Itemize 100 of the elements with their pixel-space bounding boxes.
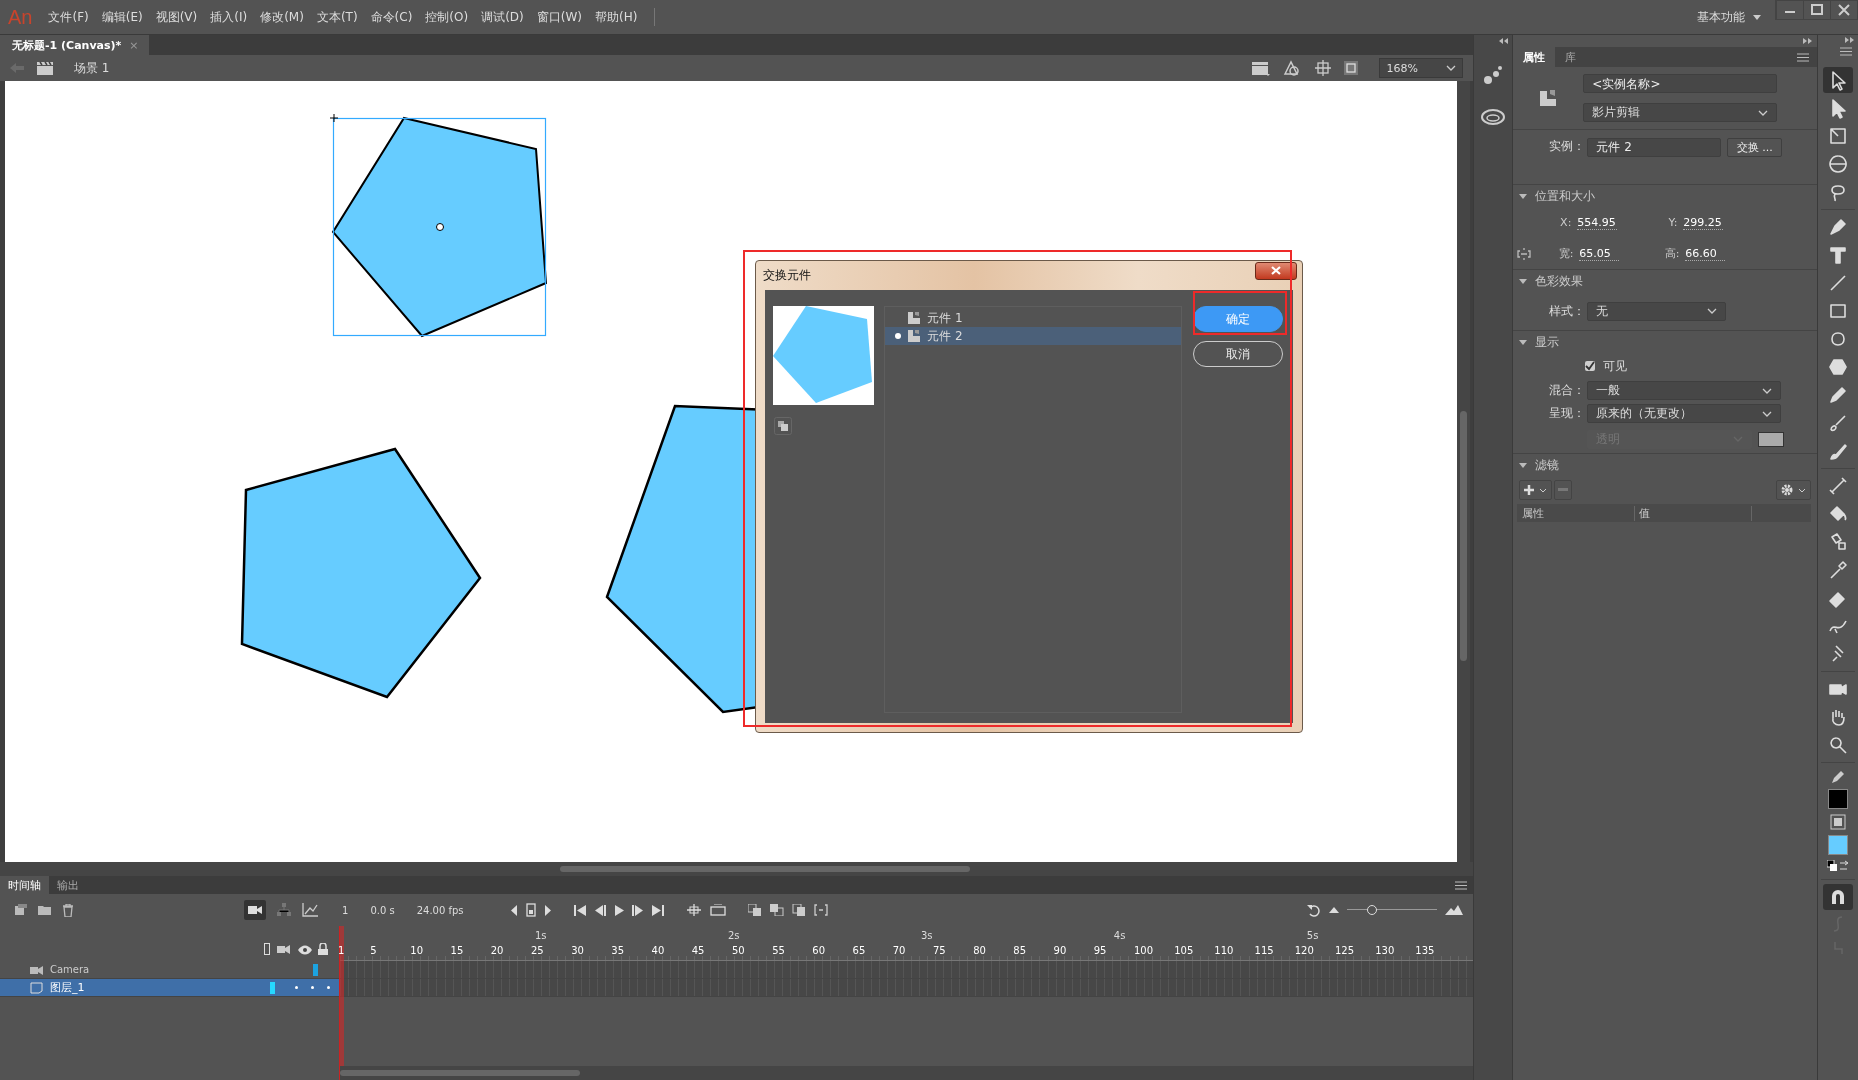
pentagon-symbol[interactable] bbox=[240, 447, 482, 699]
panel-tab[interactable]: 库 bbox=[1555, 47, 1587, 67]
current-frame[interactable]: 1 bbox=[342, 904, 349, 916]
link-icon[interactable] bbox=[1517, 247, 1532, 260]
step-back-icon[interactable] bbox=[593, 904, 606, 916]
zoom-dropdown[interactable]: 168% bbox=[1379, 58, 1464, 78]
edit-frames-icon[interactable] bbox=[769, 904, 784, 916]
layer-row[interactable]: Camera bbox=[0, 961, 340, 978]
magnet-icon[interactable] bbox=[1829, 888, 1847, 906]
menu-item[interactable]: 文件(F) bbox=[48, 8, 89, 26]
section-title[interactable]: 显示 bbox=[1535, 333, 1560, 351]
crosshair-icon[interactable] bbox=[1315, 60, 1332, 76]
graph-icon[interactable] bbox=[302, 903, 318, 917]
expand-triangle-icon[interactable] bbox=[1519, 462, 1528, 468]
style-dropdown[interactable]: 无 bbox=[1587, 301, 1727, 321]
cloud-icon[interactable] bbox=[1481, 109, 1506, 125]
first-frame-icon[interactable] bbox=[573, 904, 586, 916]
folder-icon[interactable] bbox=[38, 904, 52, 916]
horizontal-scrollbar[interactable] bbox=[340, 1066, 1474, 1080]
loop-icon[interactable] bbox=[685, 904, 702, 916]
edit-frames-icon[interactable] bbox=[747, 904, 762, 916]
camera-icon[interactable] bbox=[244, 900, 266, 920]
height-value[interactable]: 66.60 bbox=[1685, 246, 1726, 261]
menu-item[interactable]: 文本(T) bbox=[316, 8, 358, 26]
onion-skin-icon[interactable] bbox=[709, 904, 726, 916]
fill-icon[interactable] bbox=[1830, 814, 1846, 830]
add-filter-button[interactable] bbox=[1519, 480, 1553, 500]
dots-icon[interactable] bbox=[1483, 65, 1504, 85]
stroke-pencil-icon[interactable] bbox=[1831, 770, 1845, 784]
bone-tool-icon[interactable] bbox=[1827, 475, 1849, 497]
clapperboard-icon[interactable] bbox=[1251, 60, 1272, 76]
fill-color-swatch[interactable] bbox=[1828, 835, 1848, 855]
menu-item[interactable]: 调试(D) bbox=[481, 8, 524, 26]
layer-row[interactable]: 图层_1 bbox=[0, 979, 340, 996]
swap-colors-icon[interactable] bbox=[1827, 860, 1849, 872]
menu-item[interactable]: 控制(O) bbox=[425, 8, 469, 26]
menu-item[interactable]: 命令(C) bbox=[370, 8, 413, 26]
menu-item[interactable]: 修改(M) bbox=[260, 8, 304, 26]
pen-tool-icon[interactable] bbox=[1827, 216, 1849, 238]
color-swatch[interactable] bbox=[1758, 431, 1785, 447]
eye-icon[interactable] bbox=[298, 945, 312, 955]
small-mountain-icon[interactable] bbox=[1329, 907, 1340, 913]
instance-name-field[interactable]: <实例名称> bbox=[1583, 74, 1778, 93]
trash-icon[interactable] bbox=[62, 903, 74, 917]
menu-item[interactable]: 视图(V) bbox=[155, 8, 198, 26]
polystar-icon[interactable] bbox=[1827, 356, 1849, 378]
menu-item[interactable]: 插入(I) bbox=[210, 8, 248, 26]
expand-triangle-icon[interactable] bbox=[1519, 193, 1528, 199]
panel-tab[interactable]: 属性 bbox=[1513, 47, 1556, 67]
panel-tab[interactable]: 时间轴 bbox=[0, 876, 49, 894]
zoom-icon[interactable] bbox=[1827, 734, 1849, 756]
panel-menu-icon[interactable] bbox=[1797, 52, 1810, 62]
expand-icon[interactable] bbox=[1803, 38, 1814, 44]
stroke-color-swatch[interactable] bbox=[1828, 789, 1848, 809]
pencil-icon[interactable] bbox=[1827, 384, 1849, 406]
lock-icon[interactable] bbox=[318, 943, 328, 955]
step-forward-icon[interactable] bbox=[631, 904, 644, 916]
symbol-list-item[interactable]: 元件 2 bbox=[885, 327, 1181, 345]
text-tool-icon[interactable] bbox=[1827, 244, 1849, 266]
vertical-scrollbar[interactable] bbox=[1457, 81, 1470, 862]
copy-frames-icon[interactable] bbox=[791, 904, 806, 916]
swap-button[interactable]: 交换 ... bbox=[1727, 138, 1783, 157]
section-title[interactable]: 位置和大小 bbox=[1535, 187, 1596, 205]
section-title[interactable]: 滤镜 bbox=[1535, 456, 1560, 474]
expand-triangle-icon[interactable] bbox=[1519, 339, 1528, 345]
reset-icon[interactable] bbox=[1307, 903, 1322, 917]
rotation-icon[interactable] bbox=[1827, 153, 1849, 175]
horizontal-scrollbar[interactable] bbox=[0, 862, 1474, 876]
panel-menu-icon[interactable] bbox=[1840, 47, 1852, 56]
section-title[interactable]: 色彩效果 bbox=[1535, 272, 1584, 290]
x-value[interactable]: 554.95 bbox=[1577, 215, 1618, 230]
parenting-icon[interactable] bbox=[276, 903, 292, 917]
visible-checkbox[interactable] bbox=[1585, 361, 1596, 371]
free-transform-icon[interactable] bbox=[1827, 125, 1849, 147]
play-icon[interactable] bbox=[613, 904, 624, 916]
close-button[interactable] bbox=[1255, 261, 1297, 280]
last-frame-icon[interactable] bbox=[651, 904, 664, 916]
duplicate-symbol-icon[interactable] bbox=[774, 417, 792, 435]
frame-rate[interactable]: 24.00 fps bbox=[416, 904, 464, 916]
menu-item[interactable]: 帮助(H) bbox=[595, 8, 638, 26]
blend-dropdown[interactable]: 一般 bbox=[1587, 381, 1782, 400]
outline-toggle-icon[interactable] bbox=[264, 943, 270, 955]
menu-item[interactable]: 窗口(W) bbox=[536, 8, 582, 26]
panel-menu-icon[interactable] bbox=[1455, 880, 1468, 890]
filter-settings-button[interactable] bbox=[1776, 480, 1812, 500]
render-dropdown[interactable]: 原来的（无更改） bbox=[1587, 404, 1782, 423]
elapsed-time[interactable]: 0.0 s bbox=[370, 904, 395, 916]
collapse-icon[interactable] bbox=[1499, 38, 1510, 44]
center-frame-icon[interactable] bbox=[525, 903, 536, 917]
new-layer-icon[interactable] bbox=[14, 904, 28, 916]
workspace-switcher[interactable]: 基本功能 bbox=[1697, 8, 1745, 26]
expand-icon[interactable] bbox=[1845, 37, 1855, 43]
clip-stage-icon[interactable] bbox=[1343, 60, 1360, 76]
previous-icon[interactable] bbox=[509, 904, 518, 916]
menu-item[interactable]: 编辑(E) bbox=[101, 8, 143, 26]
frame-bracket-icon[interactable] bbox=[813, 904, 828, 916]
document-tab[interactable]: 无标题-1 (Canvas)* × bbox=[0, 35, 149, 55]
y-value[interactable]: 299.25 bbox=[1683, 215, 1724, 230]
large-mountain-icon[interactable] bbox=[1445, 905, 1464, 915]
expand-triangle-icon[interactable] bbox=[1519, 278, 1528, 284]
